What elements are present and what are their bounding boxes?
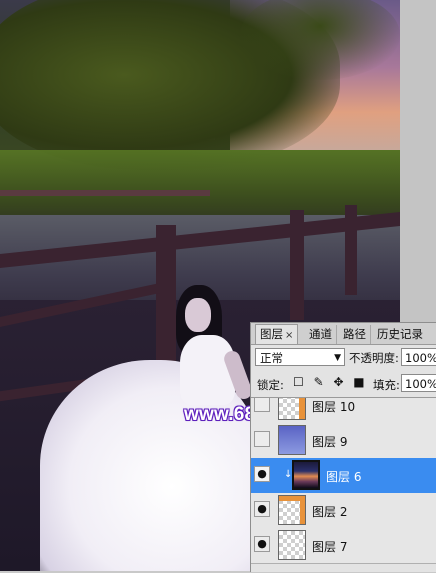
- layer-name: 图层 9: [312, 435, 348, 449]
- blend-mode-value: 正常: [260, 351, 283, 365]
- layer-name: 图层 10: [312, 400, 356, 414]
- lock-icons[interactable]: ☐ ✎ ✥ ■: [293, 375, 368, 389]
- layer-row-6[interactable]: ● ↓ 图层 6: [251, 458, 436, 494]
- eye-icon[interactable]: ●: [254, 501, 270, 517]
- tab-channels[interactable]: 通道: [305, 325, 337, 344]
- layer-thumbnail: [292, 460, 320, 490]
- panel-tabs: 图层 × 通道 路径 历史记录: [251, 323, 436, 345]
- lock-label: 锁定:: [257, 378, 284, 392]
- layer-row-7[interactable]: ● 图层 7: [251, 528, 436, 564]
- tab-history[interactable]: 历史记录: [373, 325, 427, 344]
- layers-panel: 图层 × 通道 路径 历史记录 正常 ▼ 不透明度: 100% 锁定: ☐ ✎ ✥…: [250, 322, 436, 572]
- visibility-toggle[interactable]: [254, 398, 270, 412]
- opacity-label: 不透明度:: [349, 351, 399, 365]
- tab-paths-label: 路径: [343, 327, 366, 341]
- tab-layers[interactable]: 图层 ×: [255, 324, 299, 344]
- girl-face: [185, 298, 211, 332]
- opacity-value: 100%: [405, 351, 436, 365]
- far-railing: [0, 190, 210, 196]
- visibility-toggle[interactable]: [254, 431, 270, 447]
- blend-mode-select[interactable]: 正常 ▼: [255, 348, 345, 366]
- layer-name: 图层 6: [326, 470, 362, 484]
- layer-row-10[interactable]: 图层 10: [251, 398, 436, 424]
- railing-post: [290, 210, 304, 320]
- tab-layers-label: 图层: [260, 327, 283, 341]
- layer-name: 图层 2: [312, 505, 348, 519]
- eye-icon[interactable]: ●: [254, 536, 270, 552]
- layer-thumbnail: [278, 495, 306, 525]
- railing-post: [345, 205, 357, 295]
- fill-label: 填充:: [373, 378, 400, 392]
- tab-history-label: 历史记录: [377, 327, 423, 341]
- layer-thumbnail: [278, 425, 306, 455]
- layer-row-9[interactable]: 图层 9: [251, 423, 436, 459]
- layer-list: 图层 10 图层 9 ● ↓ 图层 6 ● 图层 2 ● 图层 7: [251, 397, 436, 573]
- layer-thumbnail: [278, 398, 306, 420]
- close-icon[interactable]: ×: [285, 330, 293, 341]
- layer-row-2[interactable]: ● 图层 2: [251, 493, 436, 529]
- chevron-down-icon: ▼: [334, 353, 341, 363]
- tab-channels-label: 通道: [309, 327, 332, 341]
- opacity-field[interactable]: 100%: [401, 348, 436, 366]
- fill-field[interactable]: 100%: [401, 374, 436, 392]
- tab-paths[interactable]: 路径: [339, 325, 371, 344]
- eye-icon[interactable]: ●: [254, 466, 270, 482]
- layer-name: 图层 7: [312, 540, 348, 554]
- fill-value: 100%: [405, 377, 436, 391]
- layer-thumbnail: [278, 530, 306, 560]
